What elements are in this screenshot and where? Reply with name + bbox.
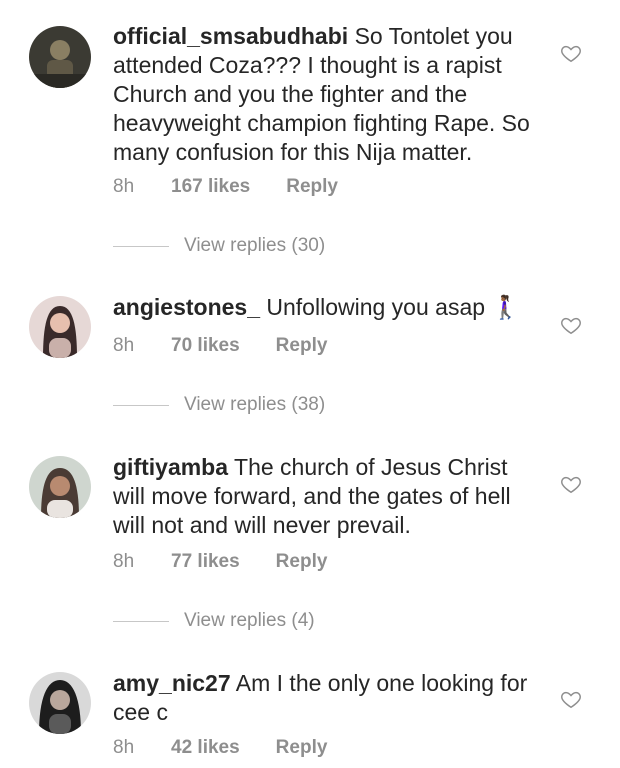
comment-time: 8h — [113, 737, 135, 758]
comment-username[interactable]: official_smsabudhabi — [113, 23, 348, 49]
comment-text-block: official_smsabudhabi So Tontolet you att… — [113, 22, 543, 167]
view-replies-label[interactable]: View replies (4) — [184, 610, 315, 632]
comment-text: Unfollowing you asap 🚶🏾‍♀️ — [266, 294, 521, 320]
view-replies-label[interactable]: View replies (38) — [184, 394, 325, 416]
replies-divider — [113, 245, 169, 247]
comment-likes[interactable]: 167 likes — [171, 176, 250, 198]
view-replies-button[interactable]: View replies (30) — [113, 235, 325, 257]
avatar[interactable] — [29, 456, 91, 518]
comment-username[interactable]: angiestones_ — [113, 294, 260, 320]
replies-divider — [113, 620, 169, 622]
comment-likes[interactable]: 42 likes — [171, 737, 240, 759]
avatar[interactable] — [29, 26, 91, 88]
heart-icon[interactable] — [560, 688, 582, 710]
comment-likes[interactable]: 77 likes — [171, 551, 240, 573]
heart-icon[interactable] — [560, 314, 582, 336]
avatar[interactable] — [29, 296, 91, 358]
view-replies-button[interactable]: View replies (4) — [113, 610, 315, 632]
comment-meta: 8h 167 likes Reply — [113, 176, 338, 198]
comment-meta: 8h 42 likes Reply — [113, 737, 327, 759]
comment-text-block: amy_nic27 Am I the only one looking for … — [113, 669, 543, 727]
comment-username[interactable]: giftiyamba — [113, 454, 228, 480]
comment-time: 8h — [113, 551, 135, 572]
heart-icon[interactable] — [560, 42, 582, 64]
comment-username[interactable]: amy_nic27 — [113, 670, 231, 696]
avatar[interactable] — [29, 672, 91, 734]
replies-divider — [113, 404, 169, 406]
comment-time: 8h — [113, 335, 135, 356]
comment-text-block: giftiyamba The church of Jesus Christ wi… — [113, 453, 543, 540]
reply-button[interactable]: Reply — [276, 335, 328, 357]
view-replies-button[interactable]: View replies (38) — [113, 394, 325, 416]
heart-icon[interactable] — [560, 473, 582, 495]
reply-button[interactable]: Reply — [276, 737, 328, 759]
comment-time: 8h — [113, 176, 135, 197]
reply-button[interactable]: Reply — [276, 551, 328, 573]
comment-meta: 8h 77 likes Reply — [113, 551, 327, 573]
comment-text-block: angiestones_ Unfollowing you asap 🚶🏾‍♀️ — [113, 293, 543, 322]
view-replies-label[interactable]: View replies (30) — [184, 235, 325, 257]
reply-button[interactable]: Reply — [286, 176, 338, 198]
comment-meta: 8h 70 likes Reply — [113, 335, 327, 357]
comment-likes[interactable]: 70 likes — [171, 335, 240, 357]
